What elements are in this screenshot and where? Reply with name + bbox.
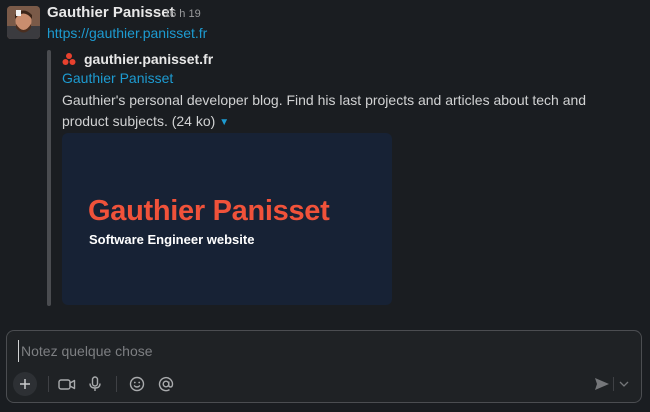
composer-toolbar (7, 371, 641, 399)
at-sign-icon[interactable] (154, 372, 178, 396)
microphone-icon[interactable] (83, 372, 107, 396)
caret-down-icon[interactable]: ▼ (219, 112, 229, 133)
message-input[interactable] (18, 340, 621, 362)
avatar[interactable] (7, 6, 40, 39)
plus-icon[interactable] (13, 372, 37, 396)
unfurl-description-block: Gauthier's personal developer blog. Find… (62, 90, 602, 133)
unfurl-description: Gauthier's personal developer blog. Find… (62, 92, 587, 129)
toolbar-divider (613, 377, 614, 391)
avatar-image (7, 6, 40, 39)
chevron-down-icon[interactable] (617, 372, 631, 396)
slack-channel-view: Gauthier Panisset 16 h 19 https://gauthi… (0, 0, 650, 412)
unfurl-site-row: gauthier.panisset.fr (62, 49, 213, 69)
message: Gauthier Panisset 16 h 19 https://gauthi… (0, 0, 650, 318)
message-composer (6, 330, 642, 403)
toolbar-divider (48, 376, 49, 392)
unfurl-preview-image[interactable]: Gauthier Panisset Software Engineer webs… (62, 133, 392, 305)
preview-title: Gauthier Panisset (88, 195, 330, 227)
preview-subtitle: Software Engineer website (89, 232, 255, 247)
toolbar-divider (116, 376, 117, 392)
message-author[interactable]: Gauthier Panisset (47, 4, 175, 21)
message-timestamp[interactable]: 16 h 19 (164, 8, 201, 20)
unfurl-title-link[interactable]: Gauthier Panisset (62, 70, 173, 86)
unfurl-accent-bar (47, 50, 51, 306)
message-link[interactable]: https://gauthier.panisset.fr (47, 25, 207, 41)
emoji-icon[interactable] (125, 372, 149, 396)
unfurl-site-name: gauthier.panisset.fr (84, 51, 214, 67)
red-logo-icon (62, 53, 76, 65)
video-camera-icon[interactable] (55, 372, 79, 396)
send-icon[interactable] (590, 372, 614, 396)
